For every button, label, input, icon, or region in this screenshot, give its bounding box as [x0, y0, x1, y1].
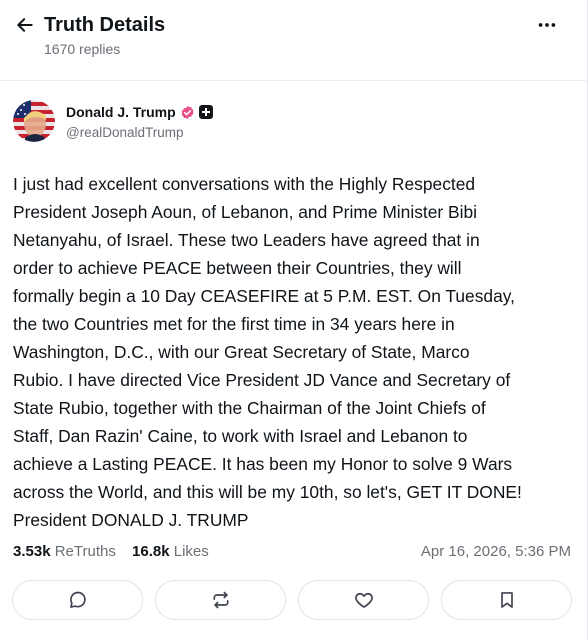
arrow-left-icon [17, 18, 33, 32]
plus-badge-icon [198, 105, 213, 119]
action-bar [12, 580, 572, 620]
likes-label: Likes [173, 543, 209, 560]
header-divider [0, 80, 586, 81]
post-stats: 3.53k ReTruths 16.8k Likes Apr 16, 2026,… [13, 542, 571, 562]
post-author: Donald J. Trump @realDonaldTrump [13, 100, 573, 144]
post-text: I just had excellent conversations with … [13, 174, 522, 530]
back-button[interactable] [12, 12, 38, 38]
retruth-button[interactable] [155, 580, 286, 620]
avatar[interactable] [13, 100, 55, 142]
more-options-button[interactable] [534, 12, 560, 38]
heart-icon [354, 592, 373, 608]
author-name[interactable]: Donald J. Trump [66, 104, 176, 120]
like-button[interactable] [298, 580, 429, 620]
reply-button[interactable] [12, 580, 143, 620]
avatar-image [13, 100, 55, 142]
page-header: Truth Details 1670 replies [0, 0, 586, 68]
retruths-label: ReTruths [54, 543, 116, 560]
replies-count[interactable]: 1670 replies [44, 40, 120, 58]
reply-icon [69, 591, 86, 608]
more-horizontal-icon [538, 23, 556, 27]
likes-count: 16.8k [132, 543, 170, 560]
author-handle[interactable]: @realDonaldTrump [66, 125, 184, 140]
retruths-stat[interactable]: 3.53k ReTruths [13, 542, 116, 562]
retruth-icon [213, 591, 228, 609]
author-name-row: Donald J. Trump [66, 102, 213, 122]
page-title: Truth Details [44, 14, 166, 36]
likes-stat[interactable]: 16.8k Likes [132, 542, 209, 562]
bookmark-icon [500, 592, 513, 608]
post-timestamp: Apr 16, 2026, 5:36 PM [420, 543, 571, 560]
bookmark-button[interactable] [441, 580, 572, 620]
verified-badge-icon [180, 105, 195, 120]
retruths-count: 3.53k [13, 543, 51, 560]
truth-details-page: Truth Details 1670 replies Donald J. Tru… [0, 0, 588, 640]
